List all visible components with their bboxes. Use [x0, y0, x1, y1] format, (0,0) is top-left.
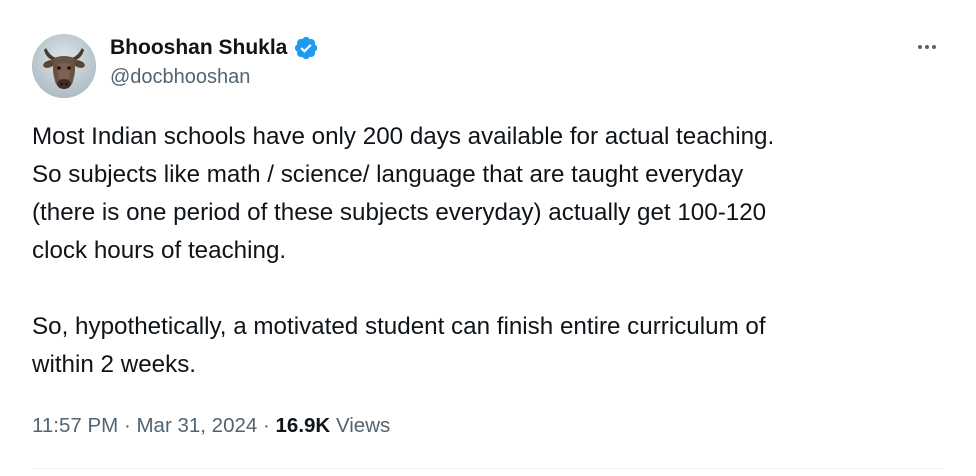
tweet-line: Most Indian schools have only 200 days a… [32, 123, 775, 150]
more-horizontal-icon[interactable] [910, 32, 944, 62]
display-name-row: Bhooshan Shukla [110, 34, 319, 62]
meta-separator: · [123, 414, 131, 437]
tweet-line: clock hours of teaching. [32, 237, 287, 264]
tweet-card: Bhooshan Shukla @docbhooshan Most Indian… [0, 0, 976, 476]
views-count[interactable]: 16.9K [276, 414, 331, 437]
avatar-image [32, 34, 96, 98]
tweet-time[interactable]: 11:57 PM [32, 414, 118, 437]
tweet-line: within 2 weeks. [32, 351, 197, 378]
author-names: Bhooshan Shukla @docbhooshan [110, 34, 319, 89]
verified-badge-icon[interactable] [293, 35, 319, 61]
tweet-line: (there is one period of these subjects e… [32, 199, 767, 226]
tweet-line: So subjects like math / science/ languag… [32, 161, 744, 188]
tweet-line: So, hypothetically, a motivated student … [32, 313, 766, 340]
divider [32, 468, 944, 469]
author-handle[interactable]: @docbhooshan [110, 66, 319, 89]
meta-separator: · [262, 414, 270, 437]
tweet-date[interactable]: Mar 31, 2024 [136, 414, 257, 437]
tweet-meta: 11:57 PM · Mar 31, 2024 · 16.9K Views [32, 414, 390, 438]
tweet-text: Most Indian schools have only 200 days a… [32, 118, 942, 384]
views-label: Views [335, 414, 391, 437]
avatar[interactable] [32, 34, 96, 98]
display-name[interactable]: Bhooshan Shukla [110, 36, 287, 60]
tweet-header: Bhooshan Shukla @docbhooshan [32, 30, 944, 100]
